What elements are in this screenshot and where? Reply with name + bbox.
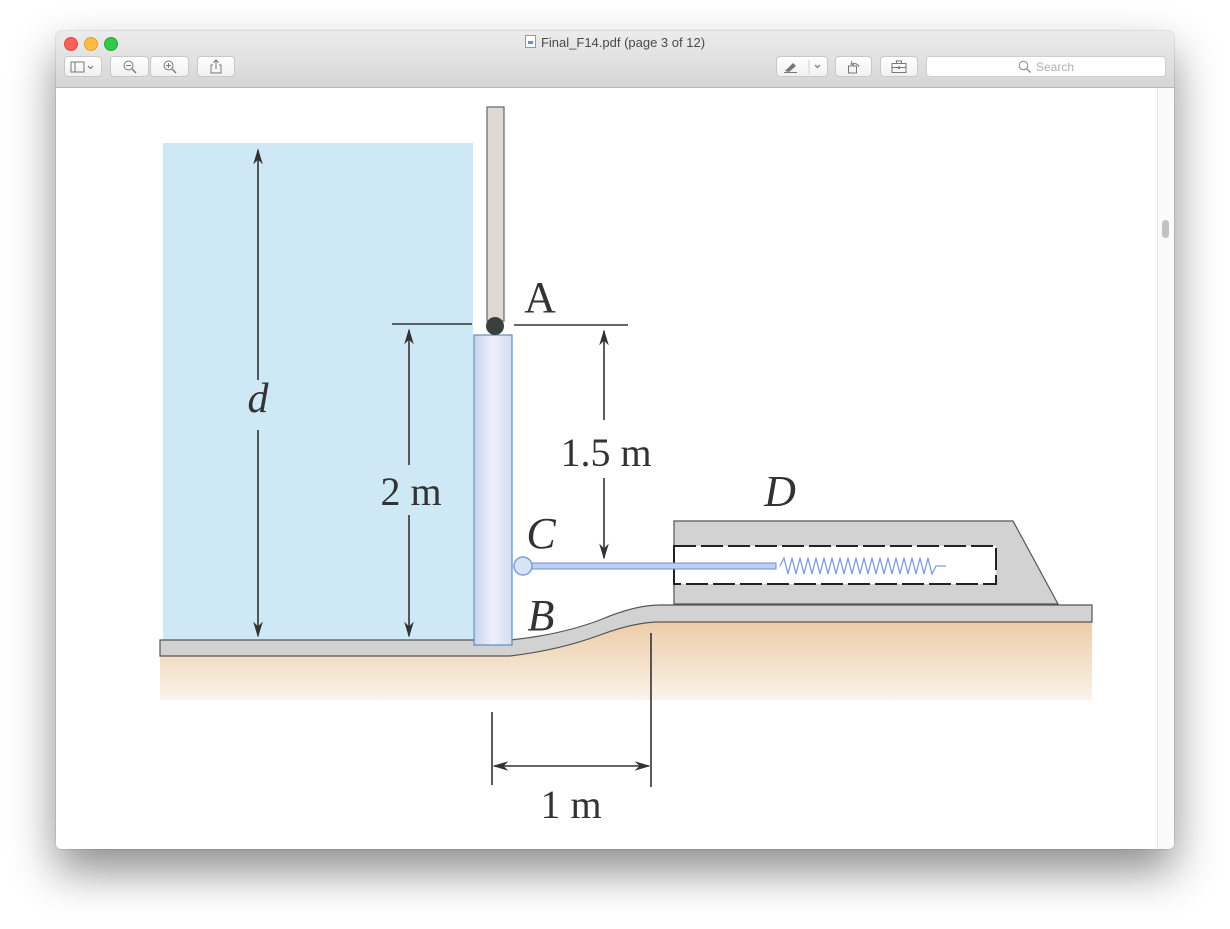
- toolbox-icon: [891, 60, 907, 73]
- water-region: [163, 143, 473, 643]
- search-icon: [1018, 60, 1031, 73]
- figure-diagram: d 2 m 1.5 m A C B D 1 m: [159, 106, 1093, 827]
- zoom-out-button[interactable]: [110, 56, 149, 77]
- search-field[interactable]: Search: [926, 56, 1166, 77]
- share-button[interactable]: [197, 56, 235, 77]
- scrollbar-thumb[interactable]: [1162, 220, 1169, 238]
- preview-window: Final_F14.pdf (page 3 of 12) Search d 2 …: [56, 31, 1174, 849]
- markup-button[interactable]: [776, 56, 828, 77]
- rotate-button[interactable]: [835, 56, 872, 77]
- pdf-document-icon: [524, 35, 536, 48]
- zoom-out-icon: [123, 60, 136, 73]
- rotate-icon: [847, 60, 859, 74]
- label-d: d: [248, 376, 270, 422]
- gate: [473, 334, 513, 646]
- search-placeholder: Search: [1035, 59, 1075, 74]
- hinge-a: [486, 317, 504, 335]
- label-1-5m: 1.5 m: [560, 430, 651, 475]
- label-c: C: [526, 509, 556, 558]
- window-title-text: Final_F14.pdf (page 3 of 12): [540, 35, 706, 50]
- pin-c: [513, 556, 533, 576]
- vertical-scrollbar[interactable]: [1157, 88, 1174, 849]
- zoom-in-icon: [163, 60, 176, 73]
- label-a: A: [524, 273, 556, 322]
- titlebar: Final_F14.pdf (page 3 of 12) Search: [56, 31, 1174, 88]
- rod-c: [521, 562, 777, 570]
- upper-post: [486, 106, 505, 322]
- label-d-housing: D: [763, 467, 796, 516]
- label-2m: 2 m: [380, 469, 441, 514]
- share-icon: [210, 59, 222, 74]
- toolbox-button[interactable]: [880, 56, 918, 77]
- markup-pen-icon: [784, 59, 821, 74]
- sidebar-toggle-button[interactable]: [64, 56, 102, 77]
- zoom-in-button[interactable]: [150, 56, 189, 77]
- pdf-page: d 2 m 1.5 m A C B D 1 m: [56, 88, 1158, 849]
- label-b: B: [528, 591, 555, 640]
- window-title: Final_F14.pdf (page 3 of 12): [56, 35, 1174, 50]
- label-1m: 1 m: [540, 782, 601, 827]
- sidebar-icon: [70, 61, 94, 72]
